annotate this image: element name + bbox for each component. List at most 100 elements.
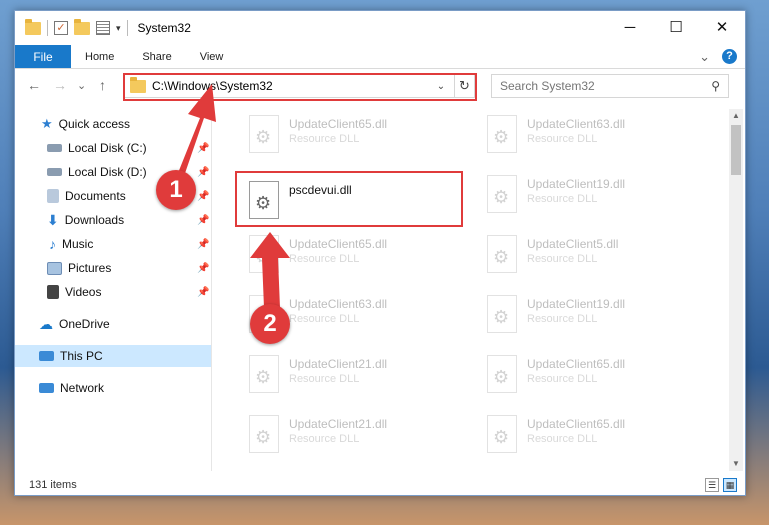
search-box[interactable]: ⚲ bbox=[491, 74, 729, 98]
pin-icon[interactable]: 📌 bbox=[197, 191, 209, 202]
file-name: UpdateClient65.dll bbox=[527, 357, 626, 371]
sidebar-item-label: Pictures bbox=[68, 261, 112, 275]
pin-icon[interactable]: 📌 bbox=[197, 239, 209, 250]
pin-icon[interactable]: 📌 bbox=[197, 287, 209, 298]
item-count: 131 items bbox=[29, 479, 77, 491]
drive-icon bbox=[47, 144, 62, 152]
list-item[interactable]: UpdateClient65.dll Resource DLL bbox=[239, 111, 469, 157]
sidebar-item-label: Music bbox=[62, 237, 94, 251]
file-name: UpdateClient21.dll bbox=[289, 357, 388, 371]
list-item[interactable]: UpdateClient19.dll Resource DLL bbox=[477, 291, 707, 337]
pictures-icon bbox=[47, 261, 62, 275]
sidebar-item-label: Quick access bbox=[58, 117, 131, 131]
file-name: UpdateClient19.dll bbox=[527, 177, 626, 191]
tab-home[interactable]: Home bbox=[71, 45, 128, 68]
address-highlight-box bbox=[123, 73, 477, 101]
file-highlight-box bbox=[235, 171, 463, 227]
up-arrow-icon[interactable]: ↑ bbox=[99, 77, 106, 93]
network-icon bbox=[39, 383, 54, 393]
status-bar: 131 items bbox=[15, 475, 745, 495]
large-icons-view-icon[interactable]: ▦ bbox=[723, 478, 737, 492]
file-type: Resource DLL bbox=[527, 193, 598, 205]
list-item[interactable]: UpdateClient21.dll Resource DLL bbox=[239, 411, 469, 457]
properties-check-icon[interactable]: ✓ bbox=[54, 21, 68, 35]
list-item[interactable]: UpdateClient65.dll Resource DLL bbox=[239, 231, 469, 277]
file-type: Resource DLL bbox=[289, 373, 360, 385]
list-item[interactable]: UpdateClient5.dll Resource DLL bbox=[477, 231, 707, 277]
close-button[interactable]: ✕ bbox=[699, 11, 745, 43]
file-name: UpdateClient65.dll bbox=[527, 417, 626, 431]
quick-access-toolbar: ✓ ▾ bbox=[15, 18, 128, 36]
new-folder-icon[interactable] bbox=[74, 18, 90, 35]
sidebar-item-local-disk-c[interactable]: Local Disk (C:) 📌 bbox=[47, 137, 217, 159]
dll-file-icon bbox=[249, 235, 279, 273]
sidebar-item-network[interactable]: Network bbox=[39, 377, 104, 399]
pin-icon[interactable]: 📌 bbox=[197, 167, 209, 178]
list-item[interactable]: UpdateClient63.dll Resource DLL bbox=[477, 111, 707, 157]
file-type: Resource DLL bbox=[527, 133, 598, 145]
minimize-button[interactable]: ─ bbox=[607, 11, 653, 43]
sidebar-item-videos[interactable]: Videos 📌 bbox=[47, 281, 217, 303]
file-type: Resource DLL bbox=[527, 253, 598, 265]
file-type: Resource DLL bbox=[289, 313, 360, 325]
list-item[interactable]: UpdateClient65.dll Resource DLL bbox=[477, 411, 707, 457]
drive-icon bbox=[47, 168, 62, 176]
sidebar-item-label: Local Disk (D:) bbox=[68, 165, 147, 179]
search-icon[interactable]: ⚲ bbox=[711, 79, 720, 93]
sidebar-item-quick-access[interactable]: ★ Quick access bbox=[41, 113, 130, 135]
file-name: UpdateClient5.dll bbox=[527, 237, 619, 251]
sidebar-item-label: Documents bbox=[65, 189, 126, 203]
expand-ribbon-icon[interactable]: ⌄ bbox=[699, 49, 710, 65]
file-type: Resource DLL bbox=[289, 253, 360, 265]
details-view-icon[interactable]: ☰ bbox=[705, 478, 719, 492]
scroll-up-icon[interactable]: ▲ bbox=[729, 109, 743, 123]
customize-toolbar-icon[interactable]: ▾ bbox=[116, 23, 121, 34]
sidebar-item-downloads[interactable]: ⬇ Downloads 📌 bbox=[47, 209, 217, 231]
scroll-thumb[interactable] bbox=[731, 125, 741, 175]
file-name: UpdateClient63.dll bbox=[527, 117, 626, 131]
help-icon[interactable]: ? bbox=[722, 49, 737, 64]
sidebar-item-this-pc[interactable]: This PC bbox=[15, 345, 211, 367]
folder-icon bbox=[25, 18, 41, 35]
maximize-button[interactable]: ☐ bbox=[653, 11, 699, 43]
back-arrow-icon[interactable]: ← bbox=[27, 77, 41, 93]
pin-icon[interactable]: 📌 bbox=[197, 263, 209, 274]
onedrive-icon: ☁ bbox=[39, 315, 53, 332]
recent-locations-icon[interactable]: ⌄ bbox=[77, 79, 86, 92]
dll-file-icon bbox=[487, 115, 517, 153]
documents-icon bbox=[47, 189, 59, 203]
pin-icon[interactable]: 📌 bbox=[197, 215, 209, 226]
sidebar-item-label: Downloads bbox=[64, 213, 125, 227]
tab-share[interactable]: Share bbox=[128, 45, 185, 68]
downloads-icon: ⬇ bbox=[47, 211, 59, 228]
sidebar-item-onedrive[interactable]: ☁ OneDrive bbox=[39, 313, 110, 335]
file-type: Resource DLL bbox=[289, 133, 360, 145]
list-item[interactable]: UpdateClient65.dll Resource DLL bbox=[477, 351, 707, 397]
list-item[interactable]: UpdateClient19.dll Resource DLL bbox=[477, 171, 707, 217]
properties-icon[interactable] bbox=[96, 21, 110, 35]
sidebar-item-pictures[interactable]: Pictures 📌 bbox=[47, 257, 217, 279]
file-type: Resource DLL bbox=[527, 433, 598, 445]
explorer-window: ✓ ▾ System32 ─ ☐ ✕ File Home Share View … bbox=[14, 10, 746, 496]
dll-file-icon bbox=[249, 415, 279, 453]
pane-divider[interactable] bbox=[211, 101, 212, 471]
file-list: UpdateClient65.dll Resource DLL pscdevui… bbox=[225, 107, 725, 467]
list-item[interactable]: UpdateClient21.dll Resource DLL bbox=[239, 351, 469, 397]
step-1-badge: 1 bbox=[156, 170, 196, 210]
tab-view[interactable]: View bbox=[186, 45, 238, 68]
forward-arrow-icon[interactable]: → bbox=[53, 77, 67, 93]
scroll-down-icon[interactable]: ▼ bbox=[729, 457, 743, 471]
vertical-scrollbar[interactable]: ▲ ▼ bbox=[729, 109, 743, 471]
sidebar-item-music[interactable]: ♪ Music 📌 bbox=[49, 233, 217, 255]
search-input[interactable] bbox=[500, 79, 712, 93]
dll-file-icon bbox=[249, 355, 279, 393]
window-controls: ─ ☐ ✕ bbox=[607, 11, 745, 43]
videos-icon bbox=[47, 285, 59, 299]
pin-icon[interactable]: 📌 bbox=[197, 143, 209, 154]
ribbon-tabs: File Home Share View ⌄ ? bbox=[15, 45, 745, 69]
file-type: Resource DLL bbox=[527, 373, 598, 385]
dll-file-icon bbox=[249, 115, 279, 153]
dll-file-icon bbox=[487, 175, 517, 213]
tab-file[interactable]: File bbox=[15, 45, 71, 68]
file-name: UpdateClient65.dll bbox=[289, 117, 388, 131]
